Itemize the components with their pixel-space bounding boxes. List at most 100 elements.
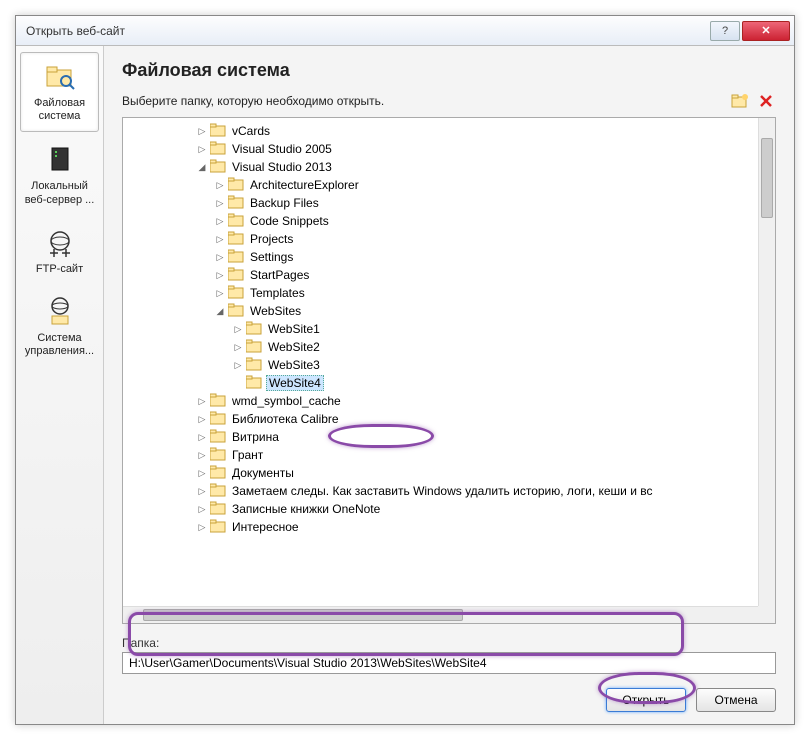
folder-icon	[210, 483, 230, 500]
horizontal-scrollbar[interactable]	[123, 606, 758, 623]
folder-icon	[210, 141, 230, 158]
tree-item[interactable]: ▷Code Snippets	[123, 212, 758, 230]
tree-item-label: Документы	[230, 466, 296, 480]
tree-item-label: Записные книжки OneNote	[230, 502, 382, 516]
tree-item[interactable]: ▷ Visual Studio 2005	[123, 140, 758, 158]
ftp-icon	[44, 227, 76, 259]
sidebar-item-label: Локальный веб-сервер ...	[22, 180, 97, 206]
cancel-button[interactable]: Отмена	[696, 688, 776, 712]
folder-icon	[210, 447, 230, 464]
tree-item[interactable]: ◢ WebSites	[123, 302, 758, 320]
expander-closed-icon[interactable]: ▷	[195, 124, 209, 138]
tree-item-label: WebSite2	[266, 340, 322, 354]
tree-item[interactable]: ▷Settings	[123, 248, 758, 266]
folder-icon	[228, 267, 248, 284]
tree-item-label: Backup Files	[248, 196, 321, 210]
folder-icon	[246, 375, 266, 392]
expander-open-icon[interactable]: ◢	[213, 304, 227, 318]
tree-item[interactable]: ▷ Templates	[123, 284, 758, 302]
folder-icon	[210, 519, 230, 536]
expander-closed-icon[interactable]: ▷	[231, 340, 245, 354]
expander-closed-icon[interactable]: ▷	[213, 268, 227, 282]
sidebar-item-filesystem[interactable]: Файловая система	[20, 52, 99, 132]
expander-closed-icon[interactable]: ▷	[195, 412, 209, 426]
tree-item[interactable]: ▷ Backup Files	[123, 194, 758, 212]
tree-item[interactable]: ▷ArchitectureExplorer	[123, 176, 758, 194]
folder-icon	[228, 249, 248, 266]
tree-item[interactable]: ▷ Записные книжки OneNote	[123, 500, 758, 518]
tree-item-label: wmd_symbol_cache	[230, 394, 343, 408]
folder-icon	[246, 321, 266, 338]
tree-item[interactable]: ▷Projects	[123, 230, 758, 248]
folder-icon	[228, 231, 248, 248]
sidebar-item-label: Файловая система	[23, 97, 96, 123]
tree-item-label: Visual Studio 2013	[230, 160, 334, 174]
expander-closed-icon[interactable]: ▷	[195, 502, 209, 516]
tree-item[interactable]: ▷Библиотека Calibre	[123, 410, 758, 428]
new-folder-button[interactable]	[730, 91, 750, 111]
folder-icon	[228, 213, 248, 230]
expander-closed-icon[interactable]: ▷	[195, 142, 209, 156]
tree-item-label: Интересное	[230, 520, 301, 534]
folder-icon	[210, 501, 230, 518]
path-input[interactable]	[122, 652, 776, 674]
sidebar-item-ftp[interactable]: FTP-сайт	[20, 219, 99, 284]
expander-closed-icon[interactable]: ▷	[213, 196, 227, 210]
window-title: Открыть веб-сайт	[26, 24, 708, 38]
tree-item-label: WebSite1	[266, 322, 322, 336]
sidebar: Файловая система Локальный веб-сервер ..…	[16, 46, 104, 724]
path-label: Папка:	[122, 636, 776, 650]
tree-item-label: WebSites	[248, 304, 303, 318]
expander-open-icon[interactable]: ◢	[195, 160, 209, 174]
expander-closed-icon[interactable]: ▷	[213, 250, 227, 264]
expander-closed-icon[interactable]: ▷	[213, 286, 227, 300]
tree-item[interactable]: WebSite4	[123, 374, 758, 392]
folder-icon	[228, 303, 248, 320]
tree-item[interactable]: ▷ Витрина	[123, 428, 758, 446]
tree-item[interactable]: ▷ Интересное	[123, 518, 758, 536]
help-button[interactable]: ?	[710, 21, 740, 41]
expander-closed-icon[interactable]: ▷	[195, 394, 209, 408]
tree-item[interactable]: ▷ WebSite1	[123, 320, 758, 338]
folder-icon	[210, 465, 230, 482]
tree-item-label: Витрина	[230, 430, 281, 444]
delete-button[interactable]	[756, 91, 776, 111]
expander-closed-icon[interactable]: ▷	[231, 358, 245, 372]
main-panel: Файловая система Выберите папку, которую…	[104, 46, 794, 724]
expander-closed-icon[interactable]: ▷	[213, 214, 227, 228]
tree-item[interactable]: ▷ vCards	[123, 122, 758, 140]
expander-closed-icon[interactable]: ▷	[195, 520, 209, 534]
sidebar-item-source-control[interactable]: Система управления...	[20, 288, 99, 366]
tree-item[interactable]: ▷Грант	[123, 446, 758, 464]
folder-icon	[228, 285, 248, 302]
folder-icon	[210, 393, 230, 410]
tree-item[interactable]: ▷WebSite3	[123, 356, 758, 374]
vertical-scrollbar[interactable]	[758, 118, 775, 606]
close-button[interactable]: ✕	[742, 21, 790, 41]
tree-item[interactable]: ▷ StartPages	[123, 266, 758, 284]
instruction-text: Выберите папку, которую необходимо откры…	[122, 94, 724, 108]
expander-closed-icon[interactable]: ▷	[195, 466, 209, 480]
tree-item[interactable]: ▷ Заметаем следы. Как заставить Windows у…	[123, 482, 758, 500]
tree-item[interactable]: ◢ Visual Studio 2013	[123, 158, 758, 176]
expander-closed-icon[interactable]: ▷	[213, 232, 227, 246]
expander-closed-icon[interactable]: ▷	[195, 484, 209, 498]
tree-item-label: Visual Studio 2005	[230, 142, 334, 156]
expander-closed-icon[interactable]: ▷	[231, 322, 245, 336]
open-button[interactable]: Открыть	[606, 688, 686, 712]
page-title: Файловая система	[122, 60, 776, 81]
tree-item-label: vCards	[230, 124, 272, 138]
expander-closed-icon[interactable]: ▷	[213, 178, 227, 192]
tree-item[interactable]: ▷ wmd_symbol_cache	[123, 392, 758, 410]
folder-icon	[228, 177, 248, 194]
tree-item[interactable]: ▷ Документы	[123, 464, 758, 482]
tree-item[interactable]: ▷ WebSite2	[123, 338, 758, 356]
tree-item-label: Заметаем следы. Как заставить Windows уд…	[230, 484, 655, 498]
folder-tree[interactable]: ▷ vCards ▷ Visual Studio 2005 ◢ Visual Studio…	[122, 117, 776, 624]
folder-icon	[210, 123, 230, 140]
sidebar-item-local-iis[interactable]: Локальный веб-сервер ...	[20, 136, 99, 214]
expander-closed-icon[interactable]: ▷	[195, 430, 209, 444]
expander-closed-icon[interactable]: ▷	[195, 448, 209, 462]
tree-item-label: StartPages	[248, 268, 311, 282]
tree-item-label: Templates	[248, 286, 307, 300]
